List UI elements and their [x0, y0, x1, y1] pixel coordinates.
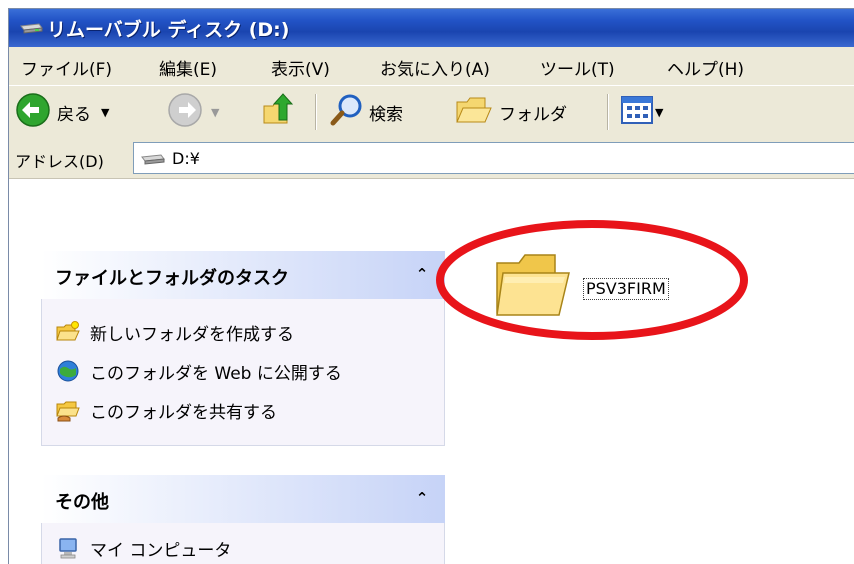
search-label: 検索 — [369, 104, 403, 125]
file-name: PSV3FIRM — [583, 278, 669, 300]
search-icon — [329, 92, 365, 133]
task-label: 新しいフォルダを作成する — [90, 324, 294, 345]
forward-button[interactable]: ▼ — [167, 92, 219, 132]
task-label: このフォルダを共有する — [90, 402, 277, 423]
back-button[interactable]: 戻る ▼ — [15, 92, 109, 132]
panel-title: その他 — [55, 492, 109, 513]
task-new-folder[interactable]: 新しいフォルダを作成する — [56, 317, 294, 347]
folders-button[interactable]: フォルダ — [455, 92, 567, 132]
explorer-window: リムーバブル ディスク (D:) ファイル(F) 編集(E) 表示(V) お気に… — [8, 8, 854, 564]
menu-tools[interactable]: ツール(T) — [540, 55, 615, 80]
task-publish-web[interactable]: このフォルダを Web に公開する — [56, 356, 342, 386]
forward-arrow-icon — [167, 92, 203, 133]
folders-icon — [455, 94, 493, 131]
link-my-computer[interactable]: マイ コンピュータ — [56, 533, 231, 563]
standard-toolbar: 戻る ▼ ▼ 検索 フォルダ ▼ — [9, 86, 854, 139]
address-label: アドレス(D) — [15, 152, 104, 171]
other-places-panel: その他 ⌃ マイ コンピュータ — [41, 475, 445, 564]
back-arrow-icon — [15, 92, 51, 133]
new-folder-icon — [56, 320, 80, 344]
task-share-folder[interactable]: このフォルダを共有する — [56, 395, 277, 425]
removable-drive-icon — [19, 20, 43, 40]
toolbar-separator — [607, 94, 609, 130]
panel-header[interactable]: その他 ⌃ — [41, 475, 445, 523]
task-label: このフォルダを Web に公開する — [90, 363, 342, 384]
content-area: ファイルとフォルダのタスク ⌃ 新しいフォルダを作成する このフォルダを Web… — [9, 179, 854, 564]
menu-edit[interactable]: 編集(E) — [159, 55, 217, 80]
file-folder-tasks-panel: ファイルとフォルダのタスク ⌃ 新しいフォルダを作成する このフォルダを Web… — [41, 251, 445, 446]
address-value: D:¥ — [172, 149, 200, 168]
back-dropdown-icon[interactable]: ▼ — [101, 106, 109, 119]
title-bar[interactable]: リムーバブル ディスク (D:) — [9, 9, 854, 47]
address-bar: アドレス(D) D:¥ — [9, 138, 854, 179]
views-icon — [621, 95, 653, 129]
window-title: リムーバブル ディスク (D:) — [47, 19, 290, 41]
file-item-psv3firm[interactable]: PSV3FIRM — [491, 251, 721, 331]
forward-dropdown-icon[interactable]: ▼ — [211, 106, 219, 119]
views-button[interactable]: ▼ — [621, 92, 663, 132]
drive-icon — [140, 151, 166, 170]
share-folder-icon — [56, 398, 80, 422]
collapse-chevron-icon[interactable]: ⌃ — [411, 487, 433, 509]
web-publish-icon — [56, 359, 80, 383]
menu-view[interactable]: 表示(V) — [271, 55, 330, 80]
collapse-chevron-icon[interactable]: ⌃ — [411, 263, 433, 285]
up-folder-button[interactable] — [261, 92, 297, 132]
menu-help[interactable]: ヘルプ(H) — [667, 55, 744, 80]
folders-label: フォルダ — [499, 104, 567, 125]
panel-title: ファイルとフォルダのタスク — [55, 268, 289, 289]
task-label: マイ コンピュータ — [90, 540, 232, 561]
menu-file[interactable]: ファイル(F) — [21, 55, 112, 80]
views-dropdown-icon[interactable]: ▼ — [655, 106, 663, 119]
panel-body: 新しいフォルダを作成する このフォルダを Web に公開する このフォルダを共有… — [41, 299, 445, 446]
panel-body: マイ コンピュータ — [41, 523, 445, 564]
my-computer-icon — [56, 536, 80, 560]
toolbar-separator — [315, 94, 317, 130]
up-folder-icon — [261, 92, 297, 133]
panel-header[interactable]: ファイルとフォルダのタスク ⌃ — [41, 251, 445, 299]
folder-icon — [491, 251, 575, 327]
back-label: 戻る — [57, 104, 91, 125]
search-button[interactable]: 検索 — [329, 92, 403, 132]
menu-bar: ファイル(F) 編集(E) 表示(V) お気に入り(A) ツール(T) ヘルプ(… — [9, 47, 854, 86]
address-field[interactable]: D:¥ — [133, 142, 854, 174]
menu-favorites[interactable]: お気に入り(A) — [380, 55, 490, 80]
